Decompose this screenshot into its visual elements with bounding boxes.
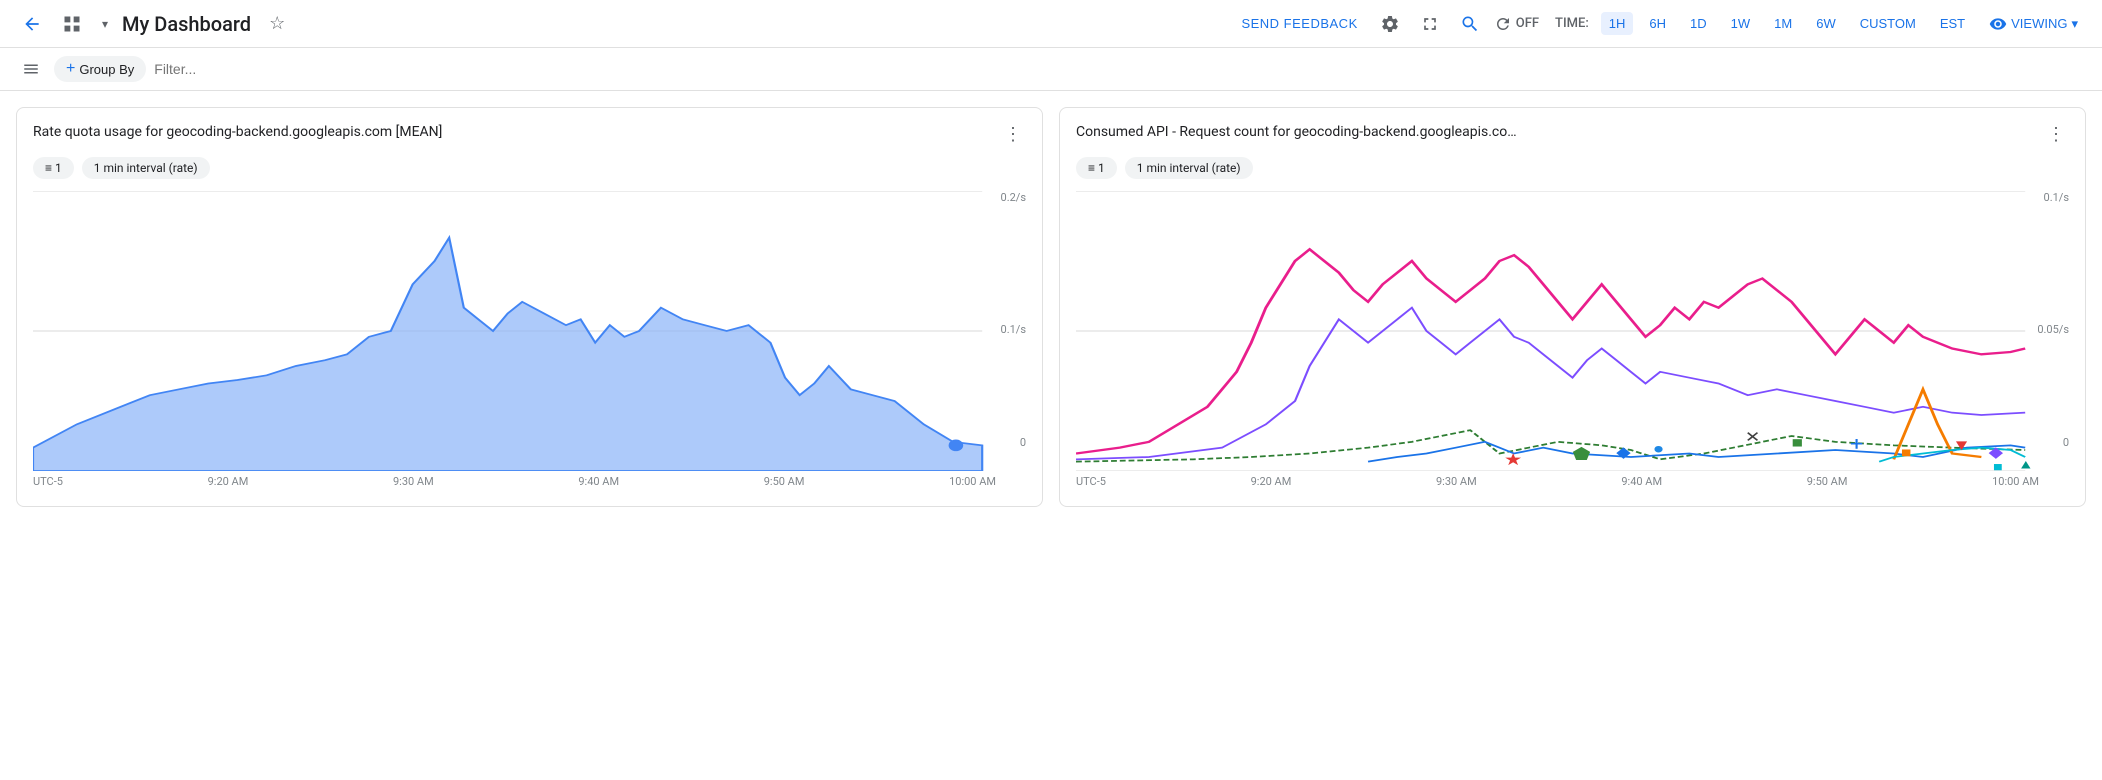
svg-text:⬟: ⬟ (1573, 444, 1592, 463)
tag-filter-2[interactable]: ≡ 1 (1076, 157, 1117, 179)
send-feedback-button[interactable]: SEND FEEDBACK (1233, 12, 1365, 35)
tag-interval-2[interactable]: 1 min interval (rate) (1125, 157, 1253, 179)
svg-text:✕: ✕ (1745, 429, 1761, 447)
y-mid-2: 0.05/s (2037, 323, 2069, 336)
card-header-2: Consumed API - Request count for geocodi… (1076, 124, 2069, 145)
filter-bar: + Group By (0, 48, 2102, 91)
page-title: My Dashboard (122, 12, 251, 36)
svg-text:★: ★ (1504, 450, 1522, 469)
chart-title-2: Consumed API - Request count for geocodi… (1076, 124, 1517, 140)
svg-text:▼: ▼ (1952, 437, 1971, 455)
svg-text:■: ■ (1901, 444, 1912, 461)
x-labels-2: UTC-5 9:20 AM 9:30 AM 9:40 AM 9:50 AM 10… (1076, 475, 2069, 488)
chart-svg-1 (33, 191, 1026, 471)
time-custom-button[interactable]: CUSTOM (1852, 12, 1924, 35)
y-max-1: 0.2/s (1001, 191, 1026, 204)
y-max-2: 0.1/s (2044, 191, 2069, 204)
time-1w-button[interactable]: 1W (1723, 12, 1759, 35)
svg-text:■: ■ (1792, 434, 1803, 452)
svg-text:▲: ▲ (2018, 457, 2034, 471)
plus-icon: + (66, 60, 75, 78)
y-min-2: 0 (2063, 436, 2069, 449)
card-tags-2: ≡ 1 1 min interval (rate) (1076, 157, 2069, 179)
chart-card-2: Consumed API - Request count for geocodi… (1059, 107, 2086, 507)
grid-view-button[interactable] (56, 10, 88, 38)
viewing-button[interactable]: VIEWING ▾ (1981, 11, 2086, 37)
card-header-1: Rate quota usage for geocoding-backend.g… (33, 124, 1026, 145)
x-labels-1: UTC-5 9:20 AM 9:30 AM 9:40 AM 9:50 AM 10… (33, 475, 1026, 488)
chart-area-2: 0.1/s 0.05/s 0 (1076, 191, 2069, 471)
chart-menu-button-1[interactable]: ⋮ (1000, 124, 1026, 145)
group-by-label: Group By (79, 62, 134, 77)
time-6w-button[interactable]: 6W (1808, 12, 1844, 35)
main-content: Rate quota usage for geocoding-backend.g… (0, 91, 2102, 523)
back-button[interactable] (16, 10, 48, 38)
top-navigation: ▾ My Dashboard ☆ SEND FEEDBACK OFF TIME:… (0, 0, 2102, 48)
search-button[interactable] (1454, 10, 1486, 38)
svg-text:+: + (1850, 433, 1863, 455)
filter-input[interactable] (154, 61, 2086, 77)
chart-title-1: Rate quota usage for geocoding-backend.g… (33, 124, 442, 140)
y-min-1: 0 (1020, 436, 1026, 449)
time-1h-button[interactable]: 1H (1601, 12, 1634, 35)
fullscreen-button[interactable] (1414, 10, 1446, 38)
dropdown-button[interactable]: ▾ (96, 13, 114, 35)
timezone-button[interactable]: EST (1932, 12, 1973, 35)
svg-text:■: ■ (1993, 460, 2003, 471)
star-button[interactable]: ☆ (263, 9, 291, 38)
hamburger-button[interactable] (16, 56, 46, 82)
svg-text:◆: ◆ (1616, 444, 1631, 462)
time-label: TIME: (1555, 16, 1589, 31)
chart-card-1: Rate quota usage for geocoding-backend.g… (16, 107, 1043, 507)
tag-interval-1[interactable]: 1 min interval (rate) (82, 157, 210, 179)
svg-text:●: ● (1653, 440, 1664, 458)
time-6h-button[interactable]: 6H (1641, 12, 1674, 35)
refresh-badge: OFF (1494, 15, 1539, 33)
y-mid-1: 0.1/s (1001, 323, 1026, 336)
chart-menu-button-2[interactable]: ⋮ (2043, 124, 2069, 145)
time-1d-button[interactable]: 1D (1682, 12, 1715, 35)
time-1m-button[interactable]: 1M (1766, 12, 1800, 35)
chart-svg-2: ★ ⬟ ◆ ● ✕ ■ + ■ ▼ ◆ ■ (1076, 191, 2069, 471)
settings-button[interactable] (1374, 10, 1406, 38)
card-tags-1: ≡ 1 1 min interval (rate) (33, 157, 1026, 179)
tag-filter-1[interactable]: ≡ 1 (33, 157, 74, 179)
group-by-button[interactable]: + Group By (54, 56, 146, 82)
chart-area-1: 0.2/s 0.1/s 0 (33, 191, 1026, 471)
